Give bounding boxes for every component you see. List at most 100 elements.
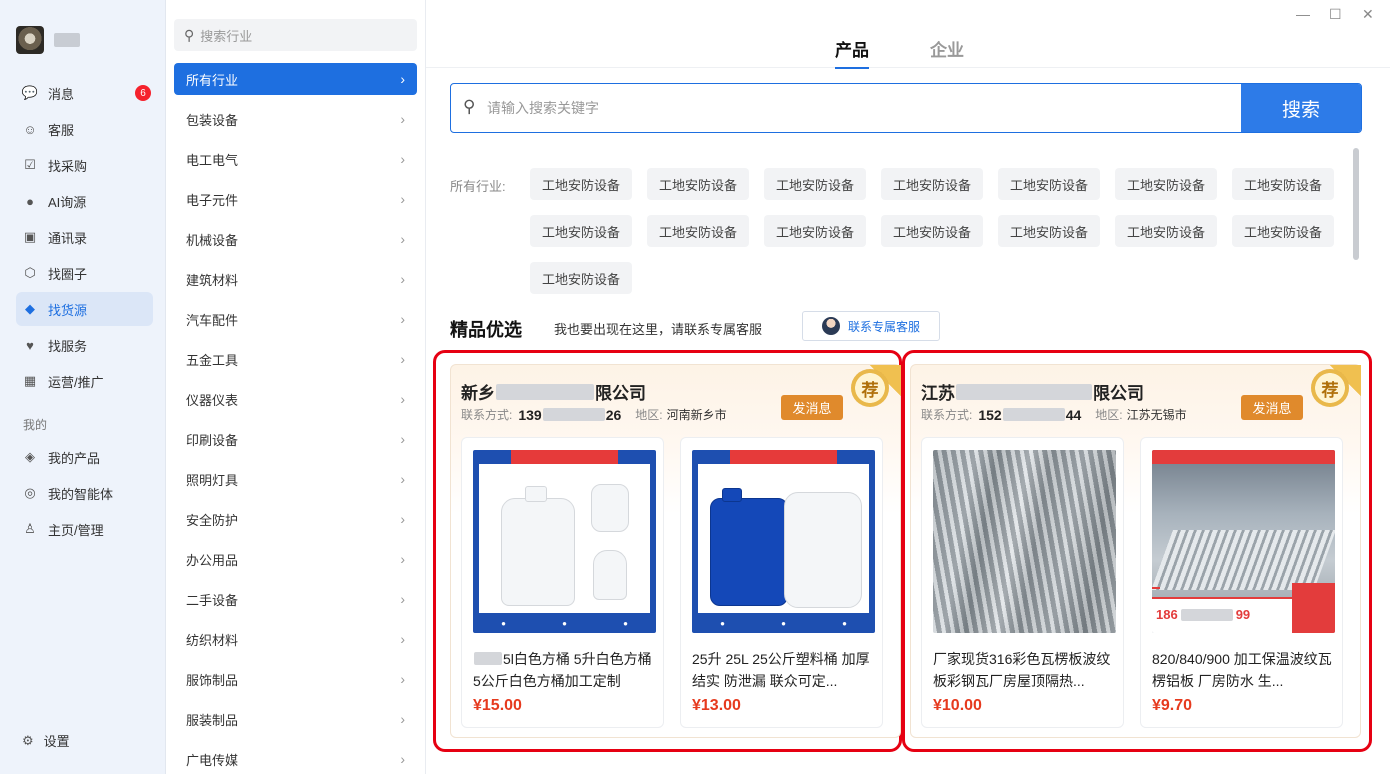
product-image-blue-white-jug[interactable]: ● ● ● xyxy=(692,450,875,633)
category-item[interactable]: 电子元件 › xyxy=(174,183,417,215)
jug-cap-shape xyxy=(525,486,547,502)
close-button[interactable]: ✕ xyxy=(1362,6,1374,23)
product-image-white-jug[interactable]: ● ● ● xyxy=(473,450,656,633)
tab-products[interactable]: 产品 xyxy=(835,36,869,69)
contact-service-button[interactable]: 联系专属客服 xyxy=(802,311,940,341)
send-message-button[interactable]: 发消息 xyxy=(781,395,843,420)
circle-icon: ⬡ xyxy=(24,265,36,280)
category-item[interactable]: 汽车配件 › xyxy=(174,303,417,335)
steel-grooves-decoration xyxy=(933,450,1116,633)
grid-icon: ▦ xyxy=(23,373,37,388)
search-button[interactable]: 搜索 xyxy=(1241,84,1361,132)
nav-item-purchase[interactable]: ☑ 找采购 xyxy=(16,148,153,182)
main-content: — ☐ ✕ 产品 企业 ⚲ 搜索 所有行业: 工地安防设备工地安防设备工地安防设… xyxy=(426,0,1390,774)
region-label: 地区: xyxy=(635,408,663,422)
chevron-right-icon: › xyxy=(400,151,405,167)
send-message-button[interactable]: 发消息 xyxy=(1241,395,1303,420)
masked-text xyxy=(474,652,502,665)
category-item[interactable]: 办公用品 › xyxy=(174,543,417,575)
nav-item-my-agent[interactable]: ◎ 我的智能体 xyxy=(16,476,153,510)
category-item[interactable]: 五金工具 › xyxy=(174,343,417,375)
nav-item-find-supply[interactable]: ◆ 找货源 xyxy=(16,292,153,326)
ai-agent-icon: ◎ xyxy=(24,485,36,500)
scrollbar[interactable] xyxy=(1353,148,1359,260)
nav-item-find-service[interactable]: ♥ 找服务 xyxy=(16,328,153,362)
industry-tag[interactable]: 工地安防设备 xyxy=(881,215,983,247)
industry-tag[interactable]: 工地安防设备 xyxy=(998,215,1100,247)
nav-item-circle[interactable]: ⬡ 找圈子 xyxy=(16,256,153,290)
category-label: 广电传媒 xyxy=(186,752,239,768)
nav-item-customer-service[interactable]: ☺ 客服 xyxy=(16,112,153,146)
product-card[interactable]: ● ● ● 25升 25L 25公斤塑料桶 加厚结实 防泄漏 联众可定... ¥13… xyxy=(680,437,883,728)
industry-tag[interactable]: 工地安防设备 xyxy=(1232,215,1334,247)
banner-phone-end: 99 xyxy=(1235,607,1251,622)
category-item[interactable]: 广电传媒 › xyxy=(174,743,417,774)
industry-tag[interactable]: 工地安防设备 xyxy=(764,168,866,200)
minimize-button[interactable]: — xyxy=(1296,6,1310,22)
chevron-right-icon: › xyxy=(400,511,405,527)
industry-tag[interactable]: 工地安防设备 xyxy=(647,215,749,247)
product-card[interactable]: 186 99 820/840/900 加工保温波纹瓦楞铝板 厂房防水 生... … xyxy=(1140,437,1343,728)
nav-item-contacts[interactable]: ▣ 通讯录 xyxy=(16,220,153,254)
nav-settings[interactable]: ⚙ 设置 xyxy=(22,731,70,750)
category-item[interactable]: 照明灯具 › xyxy=(174,463,417,495)
tab-companies[interactable]: 企业 xyxy=(930,36,964,61)
company-card[interactable]: 江苏 限公司 联系方式: 152 44 地区: 江苏无锡市 发消息 荐 厂家现货3… xyxy=(910,364,1361,738)
category-label: 建筑材料 xyxy=(186,272,239,288)
recommend-medal-icon: 荐 xyxy=(1311,369,1349,407)
nav-item-messages[interactable]: 💬 消息 6 xyxy=(16,76,153,110)
industry-tag[interactable]: 工地安防设备 xyxy=(1115,168,1217,200)
industry-tag[interactable]: 工地安防设备 xyxy=(1232,168,1334,200)
maximize-button[interactable]: ☐ xyxy=(1329,6,1342,23)
nav-item-homepage-manage[interactable]: ♙ 主页/管理 xyxy=(16,512,153,546)
industry-tag[interactable]: 工地安防设备 xyxy=(764,215,866,247)
company-region: 地区: 河南新乡市 xyxy=(635,406,726,423)
nav-item-my-products[interactable]: ◈ 我的产品 xyxy=(16,440,153,474)
masked-text xyxy=(1180,608,1233,621)
nav-item-ai-source[interactable]: ● AI询源 xyxy=(16,184,153,218)
industry-tag[interactable]: 工地安防设备 xyxy=(647,168,749,200)
category-search-input[interactable]: ⚲ 搜索行业 xyxy=(174,19,417,51)
user-manage-icon: ♙ xyxy=(24,521,36,536)
industry-tag[interactable]: 工地安防设备 xyxy=(530,168,632,200)
chevron-right-icon: › xyxy=(400,71,405,87)
industry-tag[interactable]: 工地安防设备 xyxy=(530,215,632,247)
category-label: 所有行业 xyxy=(186,72,239,88)
category-item[interactable]: 服饰制品 › xyxy=(174,663,417,695)
category-item[interactable]: 机械设备 › xyxy=(174,223,417,255)
company-card[interactable]: 新乡 限公司 联系方式: 139 26 地区: 河南新乡市 发消息 荐 ● ● … xyxy=(450,364,901,738)
category-item[interactable]: 仪器仪表 › xyxy=(174,383,417,415)
category-item[interactable]: 二手设备 › xyxy=(174,583,417,615)
category-item[interactable]: 电工电气 › xyxy=(174,143,417,175)
product-card[interactable]: 厂家现货316彩色瓦楞板波纹板彩钢瓦厂房屋顶隔热... ¥10.00 xyxy=(921,437,1124,728)
product-image-steel-sheet[interactable] xyxy=(933,450,1116,633)
category-item[interactable]: 服装制品 › xyxy=(174,703,417,735)
user-profile[interactable] xyxy=(16,26,80,54)
category-label: 照明灯具 xyxy=(186,472,239,488)
category-item[interactable]: 印刷设备 › xyxy=(174,423,417,455)
industry-tag[interactable]: 工地安防设备 xyxy=(881,168,983,200)
product-title: 25升 25L 25公斤塑料桶 加厚结实 防泄漏 联众可定... xyxy=(692,651,870,689)
chevron-right-icon: › xyxy=(400,471,405,487)
chevron-right-icon: › xyxy=(400,271,405,287)
category-label: 包装设备 xyxy=(186,112,239,128)
industry-tag[interactable]: 工地安防设备 xyxy=(1115,215,1217,247)
category-item[interactable]: 纺织材料 › xyxy=(174,623,417,655)
industry-tag[interactable]: 工地安防设备 xyxy=(998,168,1100,200)
nav-item-label: 找采购 xyxy=(48,158,88,174)
nav-item-operation[interactable]: ▦ 运营/推广 xyxy=(16,364,153,398)
blue-jug-shape xyxy=(710,498,788,606)
product-card[interactable]: ● ● ● 5l白色方桶 5升白色方桶 5公斤白色方桶加工定制 ¥15.00 xyxy=(461,437,664,728)
avatar[interactable] xyxy=(16,26,44,54)
search-icon: ⚲ xyxy=(184,26,195,43)
image-phone-banner: 186 99 xyxy=(1152,587,1292,633)
category-item[interactable]: 建筑材料 › xyxy=(174,263,417,295)
category-item[interactable]: 包装设备 › xyxy=(174,103,417,135)
search-input[interactable] xyxy=(451,84,1241,132)
industry-tag[interactable]: 工地安防设备 xyxy=(530,262,632,294)
category-item[interactable]: 所有行业 › xyxy=(174,63,417,95)
category-item[interactable]: 安全防护 › xyxy=(174,503,417,535)
contact-label: 联系方式: xyxy=(461,408,513,422)
product-image-factory-panels[interactable]: 186 99 xyxy=(1152,450,1335,633)
contact-button-label: 联系专属客服 xyxy=(847,319,920,334)
